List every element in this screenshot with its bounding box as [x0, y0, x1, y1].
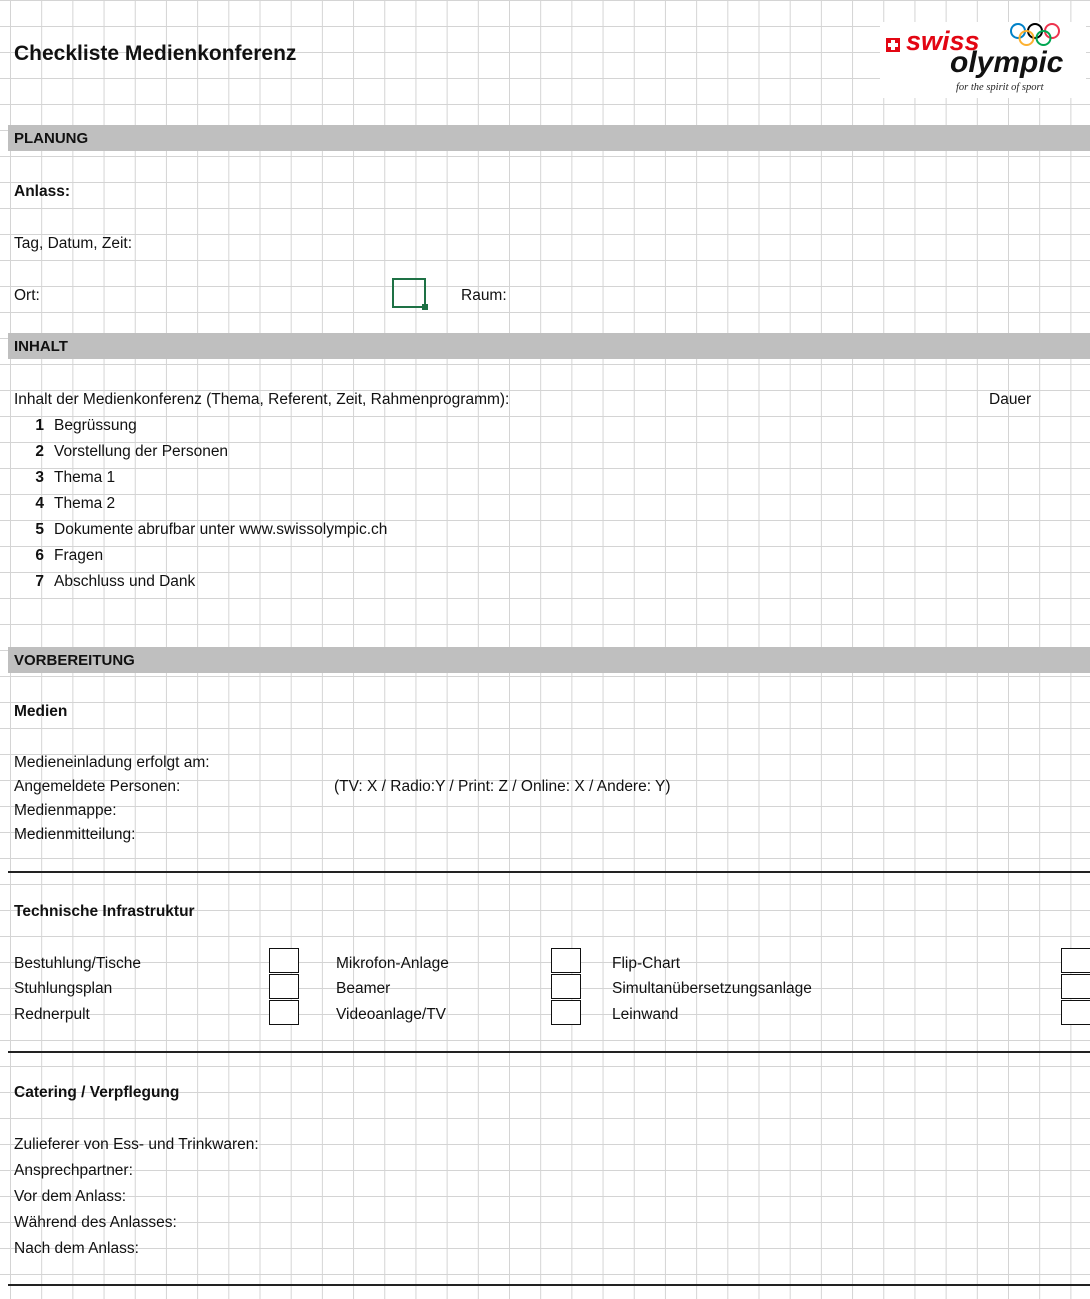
agenda-item: Dokumente abrufbar unter www.swissolympi…: [54, 521, 388, 538]
label-medienmappe: Medienmappe:: [14, 802, 117, 819]
agenda-item: Vorstellung der Personen: [54, 443, 229, 460]
label-anlass: Anlass:: [14, 183, 70, 200]
label-ansprechpartner: Ansprechpartner:: [14, 1162, 133, 1179]
label-zulieferer: Zulieferer von Ess- und Trinkwaren:: [14, 1136, 259, 1153]
swiss-flag-icon: [886, 38, 900, 52]
label-dauer: Dauer: [989, 391, 1032, 408]
section-band-planung: PLANUNG: [8, 125, 1090, 151]
checkbox-flipchart[interactable]: [1061, 948, 1090, 973]
agenda-number: 4: [35, 495, 44, 512]
checkbox-beamer[interactable]: [551, 974, 581, 999]
agenda-number: 5: [35, 521, 44, 538]
agenda-item: Thema 2: [54, 495, 116, 512]
agenda-item: Begrüssung: [54, 417, 137, 434]
technik-item: Bestuhlung/Tische: [14, 955, 141, 972]
label-raum: Raum:: [461, 287, 507, 304]
section-title-vorbereitung: VORBEREITUNG: [14, 652, 135, 669]
label-waehrend-des-anlasses: Während des Anlasses:: [14, 1214, 177, 1231]
selected-cell[interactable]: [392, 278, 428, 310]
agenda-item: Abschluss und Dank: [54, 573, 196, 590]
technik-item: Leinwand: [612, 1006, 679, 1023]
heading-catering: Catering / Verpflegung: [14, 1084, 180, 1101]
label-vor-dem-anlass: Vor dem Anlass:: [14, 1188, 127, 1205]
section-title-planung: PLANUNG: [14, 130, 89, 147]
checkbox-simultan[interactable]: [1061, 974, 1090, 999]
section-band-inhalt: INHALT: [8, 333, 1090, 359]
label-medienmitteilung: Medienmitteilung:: [14, 826, 136, 843]
technik-item: Stuhlungsplan: [14, 980, 113, 997]
page-title: Checkliste Medienkonferenz: [14, 42, 297, 65]
checkbox-bestuhlung[interactable]: [269, 948, 299, 973]
swiss-olympic-logo: swiss olympic for the spirit of sport: [880, 22, 1086, 98]
agenda-number: 7: [35, 573, 44, 590]
checkbox-stuhlungsplan[interactable]: [269, 974, 299, 999]
checkbox-mikrofon[interactable]: [551, 948, 581, 973]
technik-item: Mikrofon-Anlage: [336, 955, 449, 972]
heading-technik: Technische Infrastruktur: [14, 903, 195, 920]
checkbox-rednerpult[interactable]: [269, 1000, 299, 1025]
label-medieneinladung: Medieneinladung erfolgt am:: [14, 754, 210, 771]
label-nach-dem-anlass: Nach dem Anlass:: [14, 1240, 139, 1257]
heading-medien: Medien: [14, 703, 68, 720]
agenda-number: 1: [35, 417, 44, 434]
agenda-number: 3: [35, 469, 44, 486]
checkbox-leinwand[interactable]: [1061, 1000, 1090, 1025]
divider: [8, 871, 1090, 873]
technik-item: Beamer: [336, 980, 391, 997]
label-angemeldete-personen: Angemeldete Personen:: [14, 778, 181, 795]
divider: [8, 1051, 1090, 1053]
inhalt-header: Inhalt der Medienkonferenz (Thema, Refer…: [14, 391, 510, 408]
logo-tagline: for the spirit of sport: [956, 82, 1044, 93]
section-title-inhalt: INHALT: [14, 338, 68, 355]
agenda-item: Fragen: [54, 547, 104, 564]
label-tag-datum-zeit: Tag, Datum, Zeit:: [14, 235, 133, 252]
label-ort: Ort:: [14, 287, 40, 304]
agenda-item: Thema 1: [54, 469, 116, 486]
technik-item: Simultanübersetzungsanlage: [612, 980, 812, 997]
checkbox-videoanlage[interactable]: [551, 1000, 581, 1025]
angemeldete-hint: (TV: X / Radio:Y / Print: Z / Online: X …: [334, 778, 671, 795]
agenda-number: 6: [35, 547, 44, 564]
technik-item: Videoanlage/TV: [336, 1006, 447, 1023]
olympic-rings-icon: [1010, 23, 1060, 46]
technik-item: Flip-Chart: [612, 955, 681, 972]
divider: [8, 1284, 1090, 1286]
technik-item: Rednerpult: [14, 1006, 90, 1023]
section-band-vorbereitung: VORBEREITUNG: [8, 647, 1090, 673]
agenda-number: 2: [35, 443, 44, 460]
logo-word-olympic: olympic: [950, 46, 1064, 79]
